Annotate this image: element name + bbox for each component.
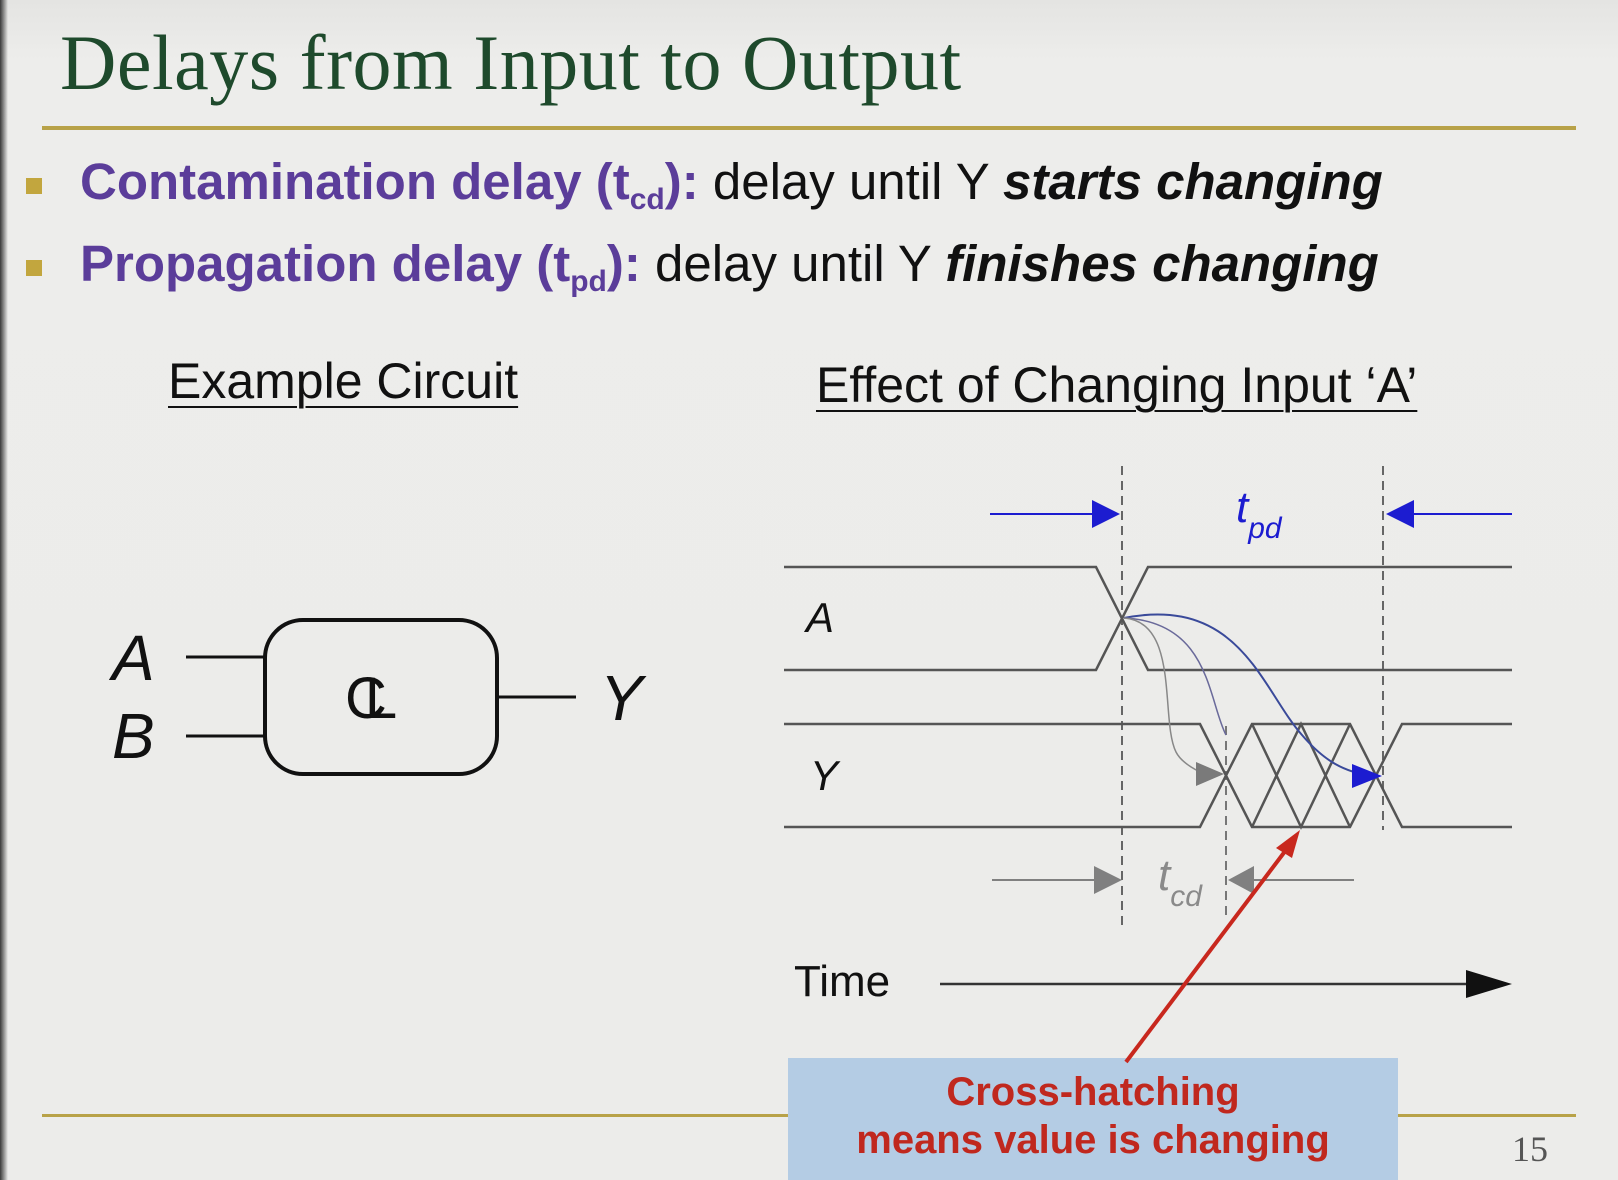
time-axis-arrowhead xyxy=(1466,970,1512,998)
tcd-label: tcd xyxy=(1158,851,1203,913)
propagation-arrowhead xyxy=(1352,764,1382,788)
timing-diagram: tpd tcd A Y Time xyxy=(784,466,1512,1006)
callout-line-1: Cross-hatching xyxy=(946,1070,1240,1114)
input-b-label: B xyxy=(112,700,155,772)
callout-line-2: means value is changing xyxy=(856,1118,1330,1162)
propagation-curve xyxy=(1123,613,1373,777)
output-y-label: Y xyxy=(600,662,647,734)
cl-block-label: CL xyxy=(345,666,396,731)
input-a-label: A xyxy=(108,622,155,694)
signal-a-waveform xyxy=(784,565,1512,672)
tpd-right-arrowhead xyxy=(1386,500,1414,528)
tcd-right-arrowhead xyxy=(1228,866,1254,894)
combinational-logic-block xyxy=(263,618,499,776)
time-axis-label: Time xyxy=(794,957,890,1006)
tpd-left-arrowhead xyxy=(1092,500,1120,528)
example-circuit: A B CL Y xyxy=(108,618,647,776)
contamination-curve xyxy=(1123,617,1201,773)
tpd-label: tpd xyxy=(1236,483,1283,545)
cross-hatching-callout: Cross-hatching means value is changing xyxy=(788,1058,1398,1180)
propagation-curve-2 xyxy=(1123,617,1227,736)
slide: Delays from Input to Output Contaminatio… xyxy=(0,0,1618,1180)
signal-a-label: A xyxy=(803,594,834,641)
page-number: 15 xyxy=(1512,1129,1548,1169)
signal-y-waveform xyxy=(784,721,1512,830)
signal-y-label: Y xyxy=(810,752,841,799)
diagram-canvas: A B CL Y tpd tcd A Y Time xyxy=(108,466,1512,1006)
tcd-left-arrowhead xyxy=(1094,866,1122,894)
